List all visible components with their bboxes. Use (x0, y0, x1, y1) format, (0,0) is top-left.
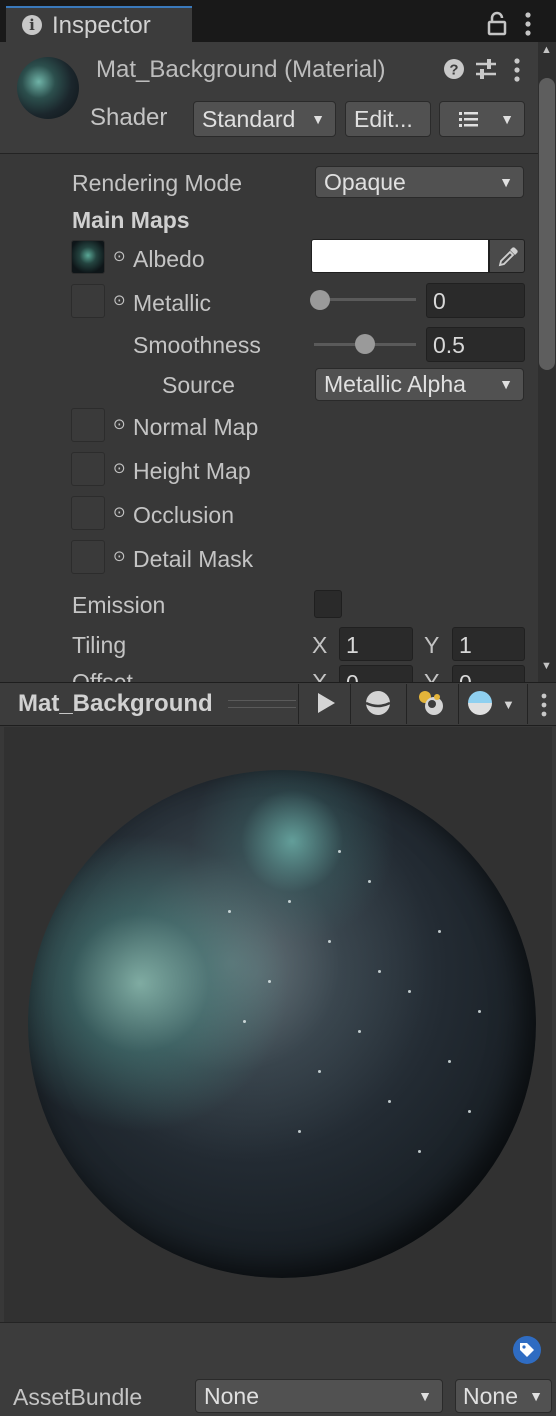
tag-icon[interactable] (513, 1336, 541, 1364)
component-menu-icon[interactable] (513, 58, 521, 88)
height-map-texture-slot[interactable] (71, 452, 105, 486)
offset-x-label: X (312, 669, 328, 682)
toolbar-divider (350, 684, 351, 724)
chevron-down-icon: ▼ (311, 111, 325, 127)
metallic-texture-slot[interactable] (71, 284, 105, 318)
sphere-mesh-icon[interactable] (365, 690, 391, 721)
material-thumbnail (17, 57, 79, 119)
main-maps-heading: Main Maps (72, 207, 190, 233)
detail-mask-texture-slot[interactable] (71, 540, 105, 574)
tiling-x-field[interactable]: 1 (339, 627, 413, 661)
metallic-label: Metallic (133, 290, 211, 316)
play-icon[interactable] (316, 692, 336, 719)
source-label: Source (162, 372, 235, 398)
toolbar-divider (458, 684, 459, 724)
albedo-texture-slot[interactable] (71, 240, 105, 274)
assetbundle-label: AssetBundle (13, 1384, 143, 1410)
tab-title: Inspector (52, 12, 151, 39)
resize-handle[interactable] (228, 700, 296, 708)
assetbundle-name-value: None (204, 1383, 259, 1409)
scroll-down-icon[interactable]: ▼ (541, 660, 552, 672)
tiling-label: Tiling (72, 632, 127, 658)
preview-menu-icon[interactable] (540, 693, 548, 722)
material-name: Mat_Background (Material) (96, 56, 386, 83)
list-icon (458, 102, 480, 145)
shader-value: Standard (202, 106, 296, 132)
texture-picker-icon[interactable]: ⊙ (113, 503, 126, 521)
eyedropper-icon (498, 247, 518, 267)
rendering-mode-label: Rendering Mode (72, 170, 243, 196)
offset-x-field[interactable]: 0 (339, 665, 413, 682)
info-icon: i (22, 15, 42, 35)
texture-picker-icon[interactable]: ⊙ (113, 547, 126, 565)
eyedropper-button[interactable] (489, 239, 525, 273)
chevron-down-icon: ▼ (529, 1388, 543, 1404)
scrollbar-thumb[interactable] (539, 78, 555, 370)
rendering-mode-dropdown[interactable]: Opaque ▼ (315, 166, 524, 198)
assetbundle-variant-dropdown[interactable]: None ▼ (455, 1379, 552, 1413)
texture-picker-icon[interactable]: ⊙ (113, 459, 126, 477)
more-menu-icon[interactable] (524, 12, 532, 42)
edit-shader-button[interactable]: Edit... (345, 101, 431, 137)
rendering-mode-value: Opaque (324, 169, 406, 195)
offset-y-label: Y (424, 669, 440, 682)
emission-checkbox[interactable] (314, 590, 342, 618)
tiling-y-label: Y (424, 632, 440, 658)
occlusion-label: Occlusion (133, 502, 234, 528)
shader-label: Shader (90, 104, 168, 131)
tiling-x-label: X (312, 632, 328, 658)
chevron-down-icon[interactable]: ▼ (502, 697, 515, 712)
material-preview-sphere[interactable] (28, 770, 536, 1278)
edit-label: Edit... (354, 106, 413, 132)
lock-icon[interactable] (486, 10, 508, 42)
toolbar-divider (406, 684, 407, 724)
emission-label: Emission (72, 592, 166, 618)
albedo-label: Albedo (133, 246, 205, 272)
smoothness-value-field[interactable]: 0.5 (426, 327, 525, 362)
assetbundle-name-dropdown[interactable]: None ▼ (195, 1379, 443, 1413)
toolbar-divider (298, 684, 299, 724)
smoothness-label: Smoothness (133, 332, 261, 358)
source-dropdown[interactable]: Metallic Alpha ▼ (315, 368, 524, 401)
preview-title: Mat_Background (18, 690, 213, 717)
source-value: Metallic Alpha (324, 371, 466, 397)
tiling-y-field[interactable]: 1 (452, 627, 525, 661)
texture-picker-icon[interactable]: ⊙ (113, 247, 126, 265)
chevron-down-icon: ▼ (500, 111, 514, 127)
texture-picker-icon[interactable]: ⊙ (113, 415, 126, 433)
detail-mask-label: Detail Mask (133, 546, 254, 572)
normal-map-texture-slot[interactable] (71, 408, 105, 442)
lights-icon[interactable] (416, 688, 446, 723)
shader-list-button[interactable]: ▼ (439, 101, 525, 137)
offset-y-field[interactable]: 0 (452, 665, 525, 682)
svg-text:?: ? (449, 62, 458, 79)
offset-label: Offset (72, 669, 133, 682)
scroll-up-icon[interactable]: ▲ (541, 44, 552, 56)
height-map-label: Height Map (133, 458, 251, 484)
normal-map-label: Normal Map (133, 414, 259, 440)
texture-picker-icon[interactable]: ⊙ (113, 291, 126, 309)
smoothness-slider-knob[interactable] (355, 334, 375, 354)
presets-icon[interactable] (474, 58, 498, 86)
chevron-down-icon: ▼ (499, 376, 513, 392)
occlusion-texture-slot[interactable] (71, 496, 105, 530)
offset-row: Offset X 0 Y 0 (0, 664, 538, 682)
metallic-slider-knob[interactable] (310, 290, 330, 310)
shader-dropdown[interactable]: Standard ▼ (193, 101, 336, 137)
metallic-value-field[interactable]: 0 (426, 283, 525, 318)
toolbar-divider (527, 684, 528, 724)
albedo-color-swatch[interactable] (311, 239, 489, 273)
help-icon[interactable]: ? (443, 58, 465, 86)
chevron-down-icon: ▼ (418, 1388, 432, 1404)
chevron-down-icon: ▼ (499, 174, 513, 190)
assetbundle-variant-value: None (463, 1383, 518, 1409)
background-sphere-icon[interactable] (466, 690, 494, 721)
